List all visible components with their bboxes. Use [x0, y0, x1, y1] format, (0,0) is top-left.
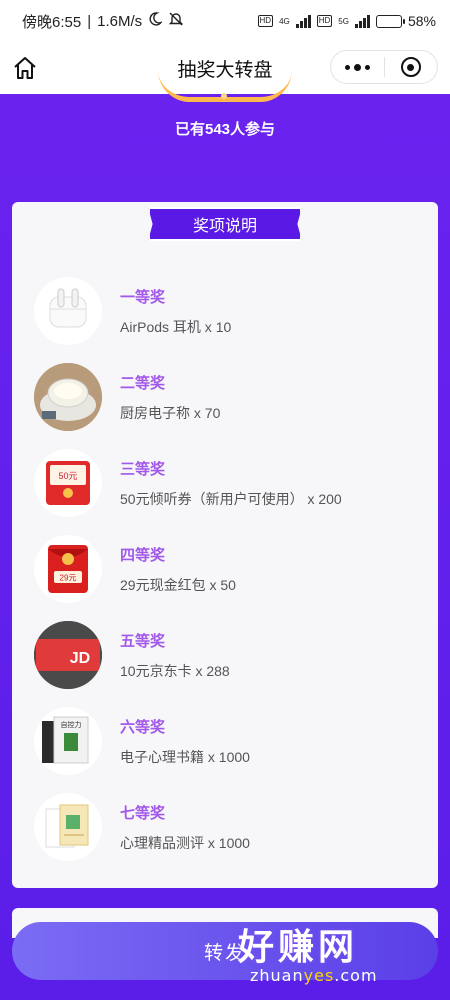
prize-text-5: 五等奖 10元京东卡 x 288 [120, 630, 230, 681]
prize-text-6: 六等奖 电子心理书籍 x 1000 [120, 716, 250, 767]
network-4g-label: 4G [279, 16, 290, 26]
status-bar: 傍晚6:55 | 1.6M/s HD 4G HD 5G 58% [0, 0, 450, 42]
assessment-icon [34, 793, 102, 861]
home-icon [14, 57, 36, 79]
envelope-badge-text: 29元 [60, 574, 77, 583]
prize-item-3: 50元 三等奖 50元倾听券（新用户可使用） x 200 [34, 448, 414, 518]
prize-item-7: 七等奖 心理精品测评 x 1000 [34, 792, 414, 862]
hd-badge-1: HD [257, 15, 274, 27]
signal-icon-2 [354, 14, 370, 28]
prize-item-1: 一等奖 AirPods 耳机 x 10 [34, 276, 414, 346]
kitchen-scale-icon [34, 363, 102, 431]
prize-section-title: 奖项说明 [148, 207, 302, 241]
prize-card: 奖项说明 一等奖 AirPods 耳机 x 10 二等奖 厨房电子称 x 70 … [12, 202, 438, 888]
watermark-main-text: 好赚网 [238, 927, 359, 968]
prize-desc: 29元现金红包 x 50 [120, 576, 236, 593]
prize-text-7: 七等奖 心理精品测评 x 1000 [120, 802, 250, 853]
moon-icon [148, 12, 164, 30]
prize-level: 七等奖 [120, 804, 166, 822]
prize-text-3: 三等奖 50元倾听券（新用户可使用） x 200 [120, 458, 342, 509]
prize-desc: 厨房电子称 x 70 [120, 404, 221, 421]
airpods-icon [34, 277, 102, 345]
network-5g-label: 5G [338, 16, 349, 26]
jd-badge-text: JD [70, 650, 90, 667]
jd-card-icon: JD [34, 621, 102, 689]
prize-level: 六等奖 [120, 718, 166, 736]
signal-icon-1 [295, 14, 311, 28]
prize-item-5: JD 五等奖 10元京东卡 x 288 [34, 620, 414, 690]
ebook-icon: 自控力 [34, 707, 102, 775]
watermark-url-highlight: yes [303, 966, 335, 985]
coupon-icon: 50元 [34, 449, 102, 517]
home-button[interactable] [8, 51, 42, 85]
wheel-light-dot [221, 93, 227, 99]
prize-level: 二等奖 [120, 374, 166, 392]
hd-badge-2: HD [316, 15, 333, 27]
prize-desc: 心理精品测评 x 1000 [120, 834, 250, 851]
prize-level: 五等奖 [120, 632, 166, 650]
battery-icon [375, 14, 405, 28]
participants-count: 已有543人参与 [174, 121, 276, 138]
coupon-badge-text: 50元 [58, 471, 77, 481]
mute-bell-icon [168, 11, 184, 31]
prize-desc: 50元倾听券（新用户可使用） x 200 [120, 490, 342, 507]
prize-text-1: 一等奖 AirPods 耳机 x 10 [120, 286, 231, 337]
prize-item-2: 二等奖 厨房电子称 x 70 [34, 362, 414, 432]
status-speed: 1.6M/s [97, 12, 143, 30]
status-time: 傍晚6:55 [22, 13, 82, 31]
watermark-logo: 好赚网 zhuanyes.com [238, 918, 444, 992]
miniapp-capsule [330, 50, 438, 84]
prize-item-4: 29元 四等奖 29元现金红包 x 50 [34, 534, 414, 604]
red-envelope-icon: 29元 [34, 535, 102, 603]
close-miniapp-button[interactable] [385, 51, 438, 83]
more-button[interactable] [331, 51, 384, 83]
prize-desc: 电子心理书籍 x 1000 [120, 748, 250, 765]
watermark-url: zhuanyes.com [250, 966, 378, 985]
ebook-badge-text: 自控力 [61, 720, 82, 729]
close-target-icon [400, 57, 421, 77]
battery-percent: 58% [407, 13, 436, 29]
prize-desc: AirPods 耳机 x 10 [120, 318, 232, 335]
prize-text-4: 四等奖 29元现金红包 x 50 [120, 544, 236, 595]
more-dots-icon [344, 63, 370, 71]
prize-level: 三等奖 [120, 460, 166, 478]
prize-level: 一等奖 [120, 288, 166, 306]
prize-desc: 10元京东卡 x 288 [120, 662, 230, 679]
status-divider: | [87, 12, 92, 30]
status-right: HD 4G HD 5G 58% [257, 13, 436, 29]
prize-text-2: 二等奖 厨房电子称 x 70 [120, 372, 220, 423]
watermark-url-suffix: .com [334, 966, 378, 985]
status-left: 傍晚6:55 | 1.6M/s [22, 11, 184, 32]
prize-level: 四等奖 [120, 546, 166, 564]
prize-item-6: 自控力 六等奖 电子心理书籍 x 1000 [34, 706, 414, 776]
watermark-url-prefix: zhuan [250, 966, 304, 985]
